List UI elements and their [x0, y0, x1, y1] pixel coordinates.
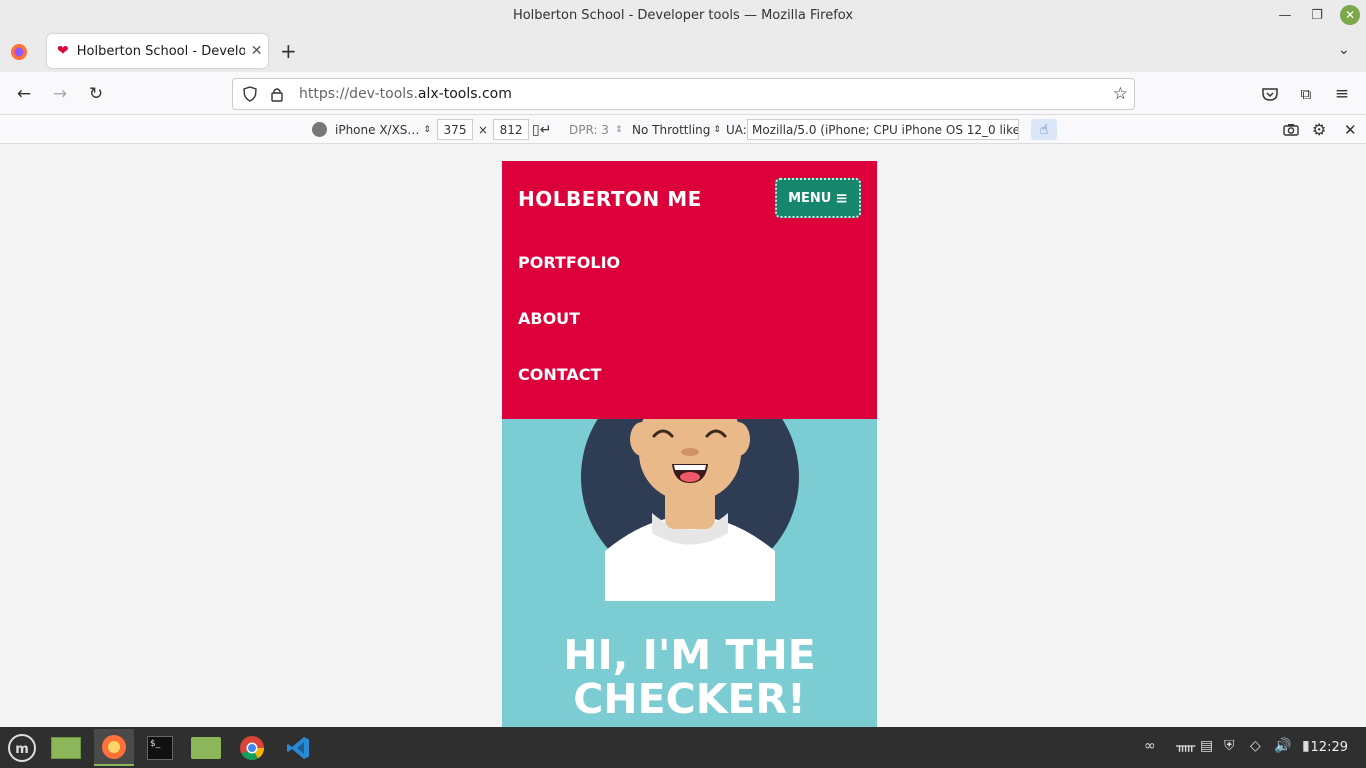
- rotate-viewport-icon[interactable]: ▯↵: [532, 119, 551, 140]
- svg-text:m: m: [15, 742, 29, 757]
- extensions-icon[interactable]: ⧉: [1292, 80, 1320, 108]
- bookmark-star-icon[interactable]: ☆: [1113, 84, 1128, 104]
- tab-title: Holberton School - Developer tools: [76, 43, 245, 59]
- viewport-width-input[interactable]: 375: [437, 119, 473, 140]
- lock-icon[interactable]: [267, 87, 287, 102]
- rdm-device-selector[interactable]: iPhone X/XS… ⇕: [312, 119, 431, 140]
- nav-link-about[interactable]: ABOUT: [518, 309, 580, 328]
- window-controls: — ❐ ✕: [1270, 0, 1366, 30]
- list-tabs-icon[interactable]: ⌄: [1338, 42, 1350, 58]
- throttling-label: No Throttling: [632, 122, 711, 137]
- terminal-taskbar-icon[interactable]: $_: [140, 729, 180, 766]
- hero-heading-line-1: HI, I'M THE: [563, 631, 816, 679]
- reload-icon[interactable]: ↻: [82, 80, 110, 108]
- files-taskbar-icon[interactable]: [186, 729, 226, 766]
- viewport-height-input[interactable]: 812: [493, 119, 530, 140]
- clock[interactable]: 12:29: [1311, 740, 1348, 755]
- maximize-icon[interactable]: ❐: [1302, 0, 1332, 30]
- device-dropdown-icon: ⇕: [423, 124, 431, 135]
- show-desktop-icon[interactable]: [46, 729, 86, 766]
- infinity-tray-icon[interactable]: ∞: [1144, 738, 1156, 754]
- firefox-taskbar-icon[interactable]: [94, 729, 134, 766]
- start-menu-icon[interactable]: m: [2, 729, 42, 766]
- taskbar: m $_ ∞ ᚅ ▤ ⛨ ◇ 🔊 ▮ 12:29: [0, 727, 1366, 768]
- menu-button[interactable]: MENU ≡: [775, 178, 861, 218]
- url-bar[interactable]: https://dev-tools.alx-tools.com ☆: [232, 78, 1135, 110]
- site-header: HOLBERTON ME MENU ≡ PORTFOLIO ABOUT CONT…: [502, 161, 877, 419]
- tab-favicon-icon: ❤: [57, 43, 69, 59]
- close-window-icon[interactable]: ✕: [1340, 5, 1360, 25]
- screenshot-icon[interactable]: [1283, 119, 1299, 140]
- back-icon[interactable]: ←: [10, 80, 38, 108]
- device-icon: [312, 122, 327, 137]
- minimize-icon[interactable]: —: [1270, 0, 1300, 30]
- user-agent-input[interactable]: Mozilla/5.0 (iPhone; CPU iPhone OS 12_0 …: [747, 119, 1019, 140]
- nav-link-contact[interactable]: CONTACT: [518, 365, 601, 384]
- hero-heading-line-2: CHECKER!: [573, 675, 806, 723]
- site-brand[interactable]: HOLBERTON ME: [518, 187, 702, 211]
- battery-icon[interactable]: ▮: [1302, 738, 1310, 754]
- chrome-taskbar-icon[interactable]: [232, 729, 272, 766]
- tab-strip: ❤ Holberton School - Developer tools ✕ +…: [0, 30, 1366, 72]
- ua-label: UA:: [726, 122, 747, 137]
- forward-icon[interactable]: →: [46, 80, 74, 108]
- wifi-icon[interactable]: ◇: [1250, 738, 1261, 754]
- clipboard-tray-icon[interactable]: ▤: [1200, 738, 1213, 754]
- window-title: Holberton School - Developer tools — Moz…: [512, 7, 854, 23]
- window-titlebar: Holberton School - Developer tools — Moz…: [0, 0, 1366, 30]
- dpr-label: DPR: 3: [569, 122, 609, 137]
- url-domain: alx-tools.com: [417, 86, 512, 102]
- hamburger-icon: ≡: [835, 189, 848, 207]
- throttling-selector[interactable]: No Throttling ⇕: [632, 119, 721, 140]
- url-text: https://dev-tools.alx-tools.com: [299, 86, 512, 102]
- volume-icon[interactable]: 🔊: [1274, 738, 1291, 754]
- size-separator: ×: [478, 122, 489, 137]
- device-viewport: HOLBERTON ME MENU ≡ PORTFOLIO ABOUT CONT…: [502, 161, 877, 727]
- app-menu-icon[interactable]: ≡: [1328, 80, 1356, 108]
- shield-icon[interactable]: [239, 86, 261, 102]
- url-prefix: https://dev-tools.: [299, 86, 418, 102]
- touch-simulation-icon[interactable]: ☝: [1031, 119, 1057, 140]
- vscode-taskbar-icon[interactable]: [278, 729, 318, 766]
- rdm-size-inputs: 375 × 812: [437, 119, 530, 140]
- tab-active[interactable]: ❤ Holberton School - Developer tools ✕: [47, 34, 268, 68]
- shield-tray-icon[interactable]: ⛨: [1224, 738, 1235, 754]
- nav-link-portfolio[interactable]: PORTFOLIO: [518, 253, 620, 272]
- pocket-icon[interactable]: [1256, 80, 1284, 108]
- firefox-view-icon[interactable]: [9, 42, 29, 62]
- dpr-selector[interactable]: DPR: 3 ⇕: [569, 119, 622, 140]
- bluetooth-icon[interactable]: ᚅ: [1176, 738, 1195, 754]
- navigation-bar: ← → ↻ https://dev-tools.alx-tools.com ☆ …: [0, 72, 1366, 115]
- hero-heading: HI, I'M THE CHECKER!: [502, 633, 877, 721]
- responsive-design-toolbar: iPhone X/XS… ⇕ 375 × 812 ▯↵ DPR: 3 ⇕ No T…: [0, 115, 1366, 144]
- settings-gear-icon[interactable]: ⚙: [1312, 119, 1326, 140]
- menu-button-label: MENU: [788, 190, 832, 206]
- device-name: iPhone X/XS…: [335, 122, 420, 137]
- close-rdm-icon[interactable]: ✕: [1344, 119, 1357, 140]
- new-tab-icon[interactable]: +: [280, 39, 297, 63]
- tab-close-icon[interactable]: ✕: [251, 43, 263, 59]
